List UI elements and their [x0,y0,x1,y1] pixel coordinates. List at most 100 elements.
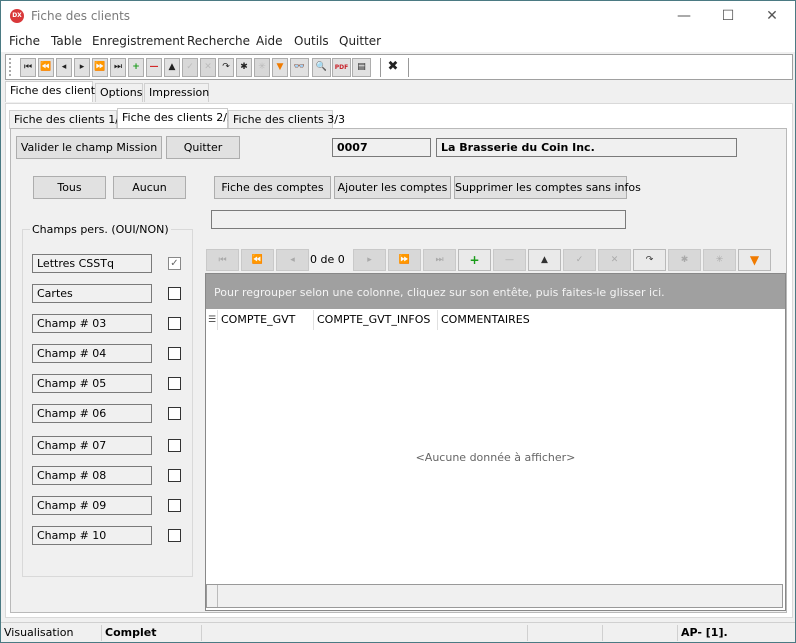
grid-nav-prev-icon[interactable]: ◂ [276,249,309,271]
menu-bar: Fiche Table Enregistrement Recherche Aid… [1,32,795,52]
grid-nav-cancel-icon[interactable]: ✕ [598,249,631,271]
close-window-button[interactable]: ✕ [749,1,795,32]
select-none-button[interactable]: Aucun [113,176,186,199]
custom-field-label[interactable]: Champ # 04 [32,344,152,363]
grid-nav-post-icon[interactable]: ✓ [563,249,596,271]
custom-field-checkbox[interactable] [168,529,181,542]
menu-aide[interactable]: Aide [256,34,283,48]
toolbar-refresh-icon[interactable]: ↷ [218,58,234,77]
menu-recherche[interactable]: Recherche [187,34,250,48]
status-bar: Visualisation Complet AP- [1]. [1,622,795,642]
custom-field-label[interactable]: Lettres CSSTq [32,254,152,273]
custom-field-checkbox[interactable] [168,317,181,330]
custom-field-label[interactable]: Champ # 09 [32,496,152,515]
custom-field-checkbox[interactable] [168,469,181,482]
delete-empty-accounts-button[interactable]: Supprimer les comptes sans infos [454,176,641,199]
toolbar-bookmark-icon[interactable]: ✱ [236,58,252,77]
status-cell-5 [603,625,678,641]
toolbar-edit-icon[interactable]: ▲ [164,58,180,77]
menu-enregistrement[interactable]: Enregistrement [92,34,185,48]
status-user: AP- [1]. [681,626,728,639]
tab-fiche-des-clients[interactable]: Fiche des clients [5,81,101,102]
quit-button[interactable]: Quitter [166,136,240,159]
client-code-field[interactable]: 0007 [332,138,431,157]
toolbar-add-icon[interactable]: + [128,58,144,77]
toolbar-contact-card-icon[interactable]: ▤ [352,58,371,77]
add-accounts-button[interactable]: Ajouter les comptes [334,176,451,199]
grid-nav-first-icon[interactable]: ⏮ [206,249,239,271]
toolbar-grip[interactable] [9,58,11,76]
grid-nav-delete-icon[interactable]: — [493,249,526,271]
grid-nav-next-page-icon[interactable]: ⏩ [388,249,421,271]
client-name-field[interactable]: La Brasserie du Coin Inc. [436,138,737,157]
custom-field-checkbox[interactable] [168,347,181,360]
toolbar-filter-icon[interactable]: ▼ [272,58,288,77]
group-by-panel[interactable]: Pour regrouper selon une colonne, clique… [206,274,785,309]
close-form-icon[interactable]: ✖ [385,58,401,77]
grid-nav-goto-bookmark-icon[interactable]: ✳ [703,249,736,271]
custom-field-checkbox[interactable] [168,407,181,420]
toolbar-last-record-icon[interactable]: ⏭ [110,58,126,77]
custom-field-label[interactable]: Cartes [32,284,152,303]
toolbar-next-record-icon[interactable]: ▸ [74,58,90,77]
grid-nav-last-icon[interactable]: ⏭ [423,249,456,271]
toolbar-find-icon[interactable]: 👓 [290,58,309,77]
grid-footer [206,584,783,608]
minimize-button[interactable]: — [661,1,707,32]
grid-nav-prev-page-icon[interactable]: ⏪ [241,249,274,271]
toolbar-pdf-email-icon[interactable]: PDF [332,58,351,77]
custom-field-checkbox[interactable] [168,287,181,300]
custom-field-label[interactable]: Champ # 05 [32,374,152,393]
custom-field-label[interactable]: Champ # 03 [32,314,152,333]
tab-options[interactable]: Options [95,83,143,102]
status-state: Complet [102,625,202,641]
custom-field-label[interactable]: Champ # 07 [32,436,152,455]
grid-nav-bookmark-icon[interactable]: ✱ [668,249,701,271]
select-all-button[interactable]: Tous [33,176,106,199]
tab-fiche-clients-2[interactable]: Fiche des clients 2/3 [117,108,234,129]
menu-quitter[interactable]: Quitter [339,34,381,48]
empty-grid-message: <Aucune donnée à afficher> [415,451,576,464]
accounts-grid: Pour regrouper selon une colonne, clique… [205,273,786,611]
validate-mission-button[interactable]: Valider le champ Mission [16,136,162,159]
status-cell-3 [202,625,528,641]
toolbar-prev-page-icon[interactable]: ⏪ [38,58,54,77]
toolbar-prev-record-icon[interactable]: ◂ [56,58,72,77]
menu-outils[interactable]: Outils [294,34,329,48]
menu-table[interactable]: Table [51,34,82,48]
toolbar-next-page-icon[interactable]: ⏩ [92,58,108,77]
custom-field-checkbox[interactable] [168,439,181,452]
toolbar-first-record-icon[interactable]: ⏮ [20,58,36,77]
main-toolbar: ⏮ ⏪ ◂ ▸ ⏩ ⏭ + — ▲ ✓ ✕ ↷ ✱ ✳ ▼ 👓 🔍 PDF ▤ ✖ [5,54,793,80]
column-header-compte-gvt-infos[interactable]: COMPTE_GVT_INFOS [314,310,438,330]
toolbar-goto-bookmark-icon[interactable]: ✳ [254,58,270,77]
grid-nav-edit-icon[interactable]: ▲ [528,249,561,271]
toolbar-cancel-icon[interactable]: ✕ [200,58,216,77]
column-chooser-icon[interactable]: ☰ [206,310,218,330]
grid-nav-filter-icon[interactable]: ▼ [738,249,771,271]
column-header-compte-gvt[interactable]: COMPTE_GVT [218,310,314,330]
menu-fiche[interactable]: Fiche [9,34,40,48]
toolbar-search-icon[interactable]: 🔍 [312,58,331,77]
tab-fiche-clients-3[interactable]: Fiche des clients 3/3 [228,110,345,129]
toolbar-post-icon[interactable]: ✓ [182,58,198,77]
extra-field[interactable] [211,210,626,229]
toolbar-delete-icon[interactable]: — [146,58,162,77]
custom-field-checkbox[interactable] [168,377,181,390]
maximize-button[interactable]: ☐ [705,1,751,32]
tab-impression[interactable]: Impression [144,83,209,102]
custom-field-label[interactable]: Champ # 08 [32,466,152,485]
grid-nav-next-icon[interactable]: ▸ [353,249,386,271]
custom-fields-group [22,229,193,577]
custom-field-checkbox[interactable] [168,499,181,512]
custom-field-label[interactable]: Champ # 06 [32,404,152,423]
footer-divider [217,585,218,607]
grid-nav-refresh-icon[interactable]: ↷ [633,249,666,271]
custom-field-checkbox[interactable]: ✓ [168,257,181,270]
accounts-sheet-button[interactable]: Fiche des comptes [214,176,331,199]
custom-field-label[interactable]: Champ # 10 [32,526,152,545]
window-title: Fiche des clients [31,9,131,23]
grid-nav-add-icon[interactable]: + [458,249,491,271]
tab-fiche-clients-1[interactable]: Fiche des clients 1/3 [9,110,126,129]
column-header-commentaires[interactable]: COMMENTAIRES [438,310,558,330]
